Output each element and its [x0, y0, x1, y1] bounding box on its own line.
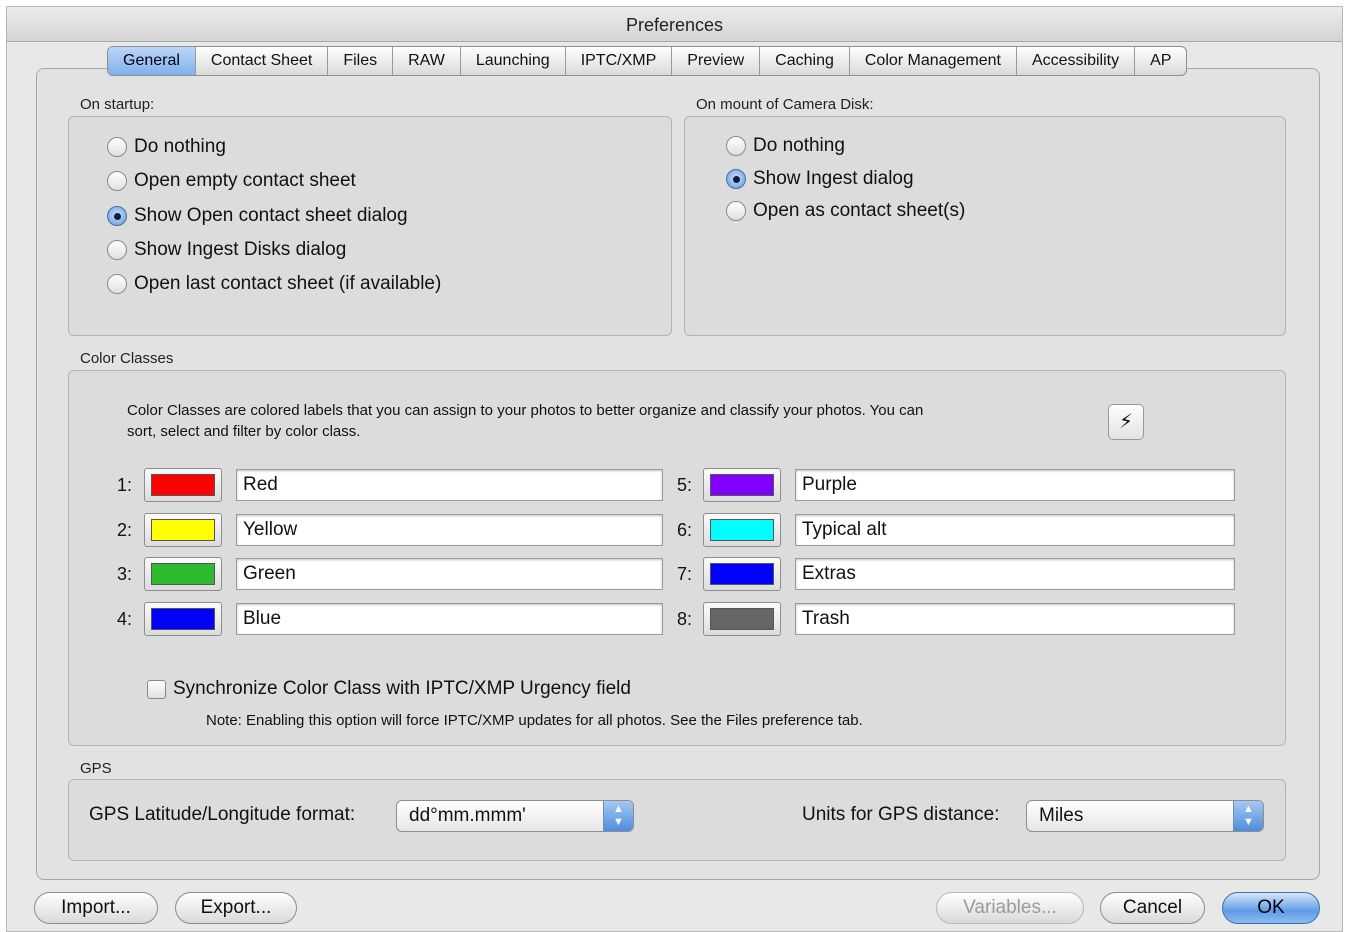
startup-radio-button[interactable] [107, 205, 127, 226]
lightning-icon: ⚡ [1118, 411, 1134, 433]
startup-option-label: Open last contact sheet (if available) [134, 273, 442, 295]
tab-contact-sheet[interactable]: Contact Sheet [196, 47, 329, 75]
color-class-number: 1: [116, 475, 132, 495]
cancel-button[interactable]: Cancel [1100, 892, 1205, 924]
tab-color-management[interactable]: Color Management [850, 47, 1017, 75]
color-class-name-field[interactable]: Typical alt [795, 513, 1235, 546]
startup-group-label: On startup: [80, 96, 155, 113]
mount-option-label: Show Ingest dialog [753, 167, 914, 189]
gps-format-label: GPS Latitude/Longitude format: [89, 804, 356, 825]
color-class-name-field[interactable]: Red [236, 469, 663, 501]
startup-radio-button[interactable] [107, 239, 127, 260]
mount-radio-button[interactable] [726, 136, 746, 156]
mount-option[interactable]: Show Ingest dialog [726, 167, 914, 191]
color-swatch [151, 563, 215, 585]
mount-option[interactable]: Open as contact sheet(s) [726, 199, 965, 223]
gps-label: GPS [80, 760, 112, 777]
color-swatch [151, 607, 215, 630]
startup-option[interactable]: Show Open contact sheet dialog [107, 204, 408, 228]
color-classes-description-1: Color Classes are colored labels that yo… [127, 402, 924, 419]
color-class-number: 2: [116, 519, 132, 540]
color-class-number: 3: [116, 564, 132, 584]
popup-arrows-icon: ▲ ▼ [603, 801, 633, 831]
startup-radio-button[interactable] [107, 171, 127, 192]
color-classes-description-2: sort, select and filter by color class. [127, 423, 361, 440]
startup-option[interactable]: Do nothing [107, 135, 226, 159]
color-swatch [151, 518, 215, 541]
sync-note: Note: Enabling this option will force IP… [206, 712, 863, 729]
tab-general[interactable]: General [108, 47, 196, 75]
mount-option[interactable]: Do nothing [726, 134, 845, 158]
lightning-action-button[interactable]: ⚡ [1108, 404, 1144, 440]
color-classes-label: Color Classes [80, 350, 174, 367]
tab-iptc-xmp[interactable]: IPTC/XMP [566, 47, 673, 75]
mount-radio-button[interactable] [726, 168, 746, 189]
tab-caching[interactable]: Caching [760, 47, 850, 75]
startup-option-label: Show Open contact sheet dialog [134, 204, 408, 226]
variables-button[interactable]: Variables... [936, 892, 1084, 924]
startup-radio-button[interactable] [107, 137, 127, 157]
color-class-name-field[interactable]: Extras [795, 558, 1235, 590]
color-class-name-field[interactable]: Blue [236, 602, 663, 635]
color-swatch [710, 474, 774, 496]
color-swatch [151, 474, 215, 496]
startup-option-label: Open empty contact sheet [134, 170, 356, 192]
ok-button[interactable]: OK [1222, 892, 1320, 924]
tab-raw[interactable]: RAW [393, 47, 461, 75]
color-swatch-button[interactable] [703, 468, 781, 502]
mount-option-label: Open as contact sheet(s) [753, 200, 966, 221]
startup-option[interactable]: Open last contact sheet (if available) [107, 272, 441, 296]
tab-accessibility[interactable]: Accessibility [1017, 47, 1136, 75]
color-swatch-button[interactable] [703, 512, 781, 547]
color-swatch-button[interactable] [144, 601, 222, 636]
mount-option-label: Do nothing [753, 135, 845, 156]
startup-option-label: Do nothing [134, 136, 226, 157]
color-swatch [710, 563, 774, 585]
color-class-number: 5: [676, 475, 692, 495]
startup-radio-button[interactable] [107, 274, 127, 295]
color-class-name-field[interactable]: Trash [795, 602, 1235, 635]
startup-option-label: Show Ingest Disks dialog [134, 238, 347, 260]
mount-group-label: On mount of Camera Disk: [696, 96, 874, 113]
sync-color-class-checkbox-row[interactable]: Synchronize Color Class with IPTC/XMP Ur… [147, 678, 631, 700]
color-class-name-field[interactable]: Yellow [236, 513, 663, 546]
startup-option[interactable]: Show Ingest Disks dialog [107, 238, 346, 262]
popup-arrows-icon: ▲ ▼ [1233, 801, 1263, 831]
color-swatch-button[interactable] [144, 557, 222, 591]
tab-bar: General Contact Sheet Files RAW Launching IPT… [107, 46, 1188, 76]
color-swatch-button[interactable] [144, 468, 222, 502]
color-swatch-button[interactable] [703, 601, 781, 636]
color-class-name-field[interactable]: Green [236, 558, 663, 590]
color-class-number: 6: [676, 519, 692, 540]
import-button[interactable]: Import... [34, 892, 158, 924]
gps-units-label: Units for GPS distance: [802, 804, 1000, 825]
color-class-name-field[interactable]: Purple [795, 469, 1235, 501]
mount-radio-button[interactable] [726, 201, 746, 221]
color-class-number: 8: [676, 608, 692, 629]
window-title: Preferences [7, 7, 1342, 42]
gps-units-value: Miles [1039, 805, 1084, 826]
sync-color-class-label: Synchronize Color Class with IPTC/XMP Ur… [173, 678, 631, 699]
color-swatch [710, 607, 774, 630]
color-class-number: 4: [116, 608, 132, 629]
gps-units-popup[interactable]: Miles ▲ ▼ [1026, 800, 1264, 832]
gps-format-value: dd°mm.mmm' [409, 805, 526, 826]
tab-ap[interactable]: AP [1135, 47, 1186, 75]
export-button[interactable]: Export... [175, 892, 297, 924]
color-swatch-button[interactable] [144, 512, 222, 547]
gps-format-popup[interactable]: dd°mm.mmm' ▲ ▼ [396, 800, 634, 832]
tab-files[interactable]: Files [328, 47, 394, 75]
sync-color-class-checkbox[interactable] [147, 679, 166, 699]
tab-preview[interactable]: Preview [672, 47, 761, 75]
tab-launching[interactable]: Launching [461, 47, 566, 75]
color-swatch [710, 518, 774, 541]
color-swatch-button[interactable] [703, 557, 781, 591]
startup-option[interactable]: Open empty contact sheet [107, 169, 356, 193]
color-class-number: 7: [676, 564, 692, 584]
